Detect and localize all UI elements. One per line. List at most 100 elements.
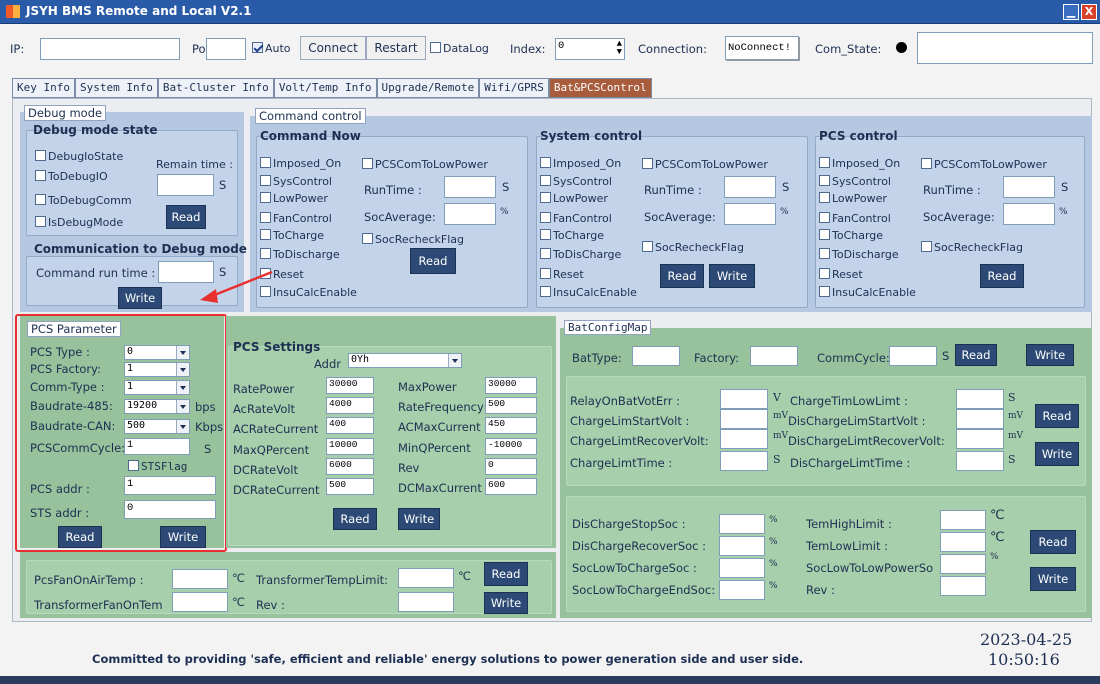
fan-write-button[interactable]: Write — [484, 592, 528, 614]
command-checkbox-insucalcenable[interactable]: InsuCalcEnable — [540, 286, 637, 299]
command-checkbox-reset[interactable]: Reset — [819, 268, 863, 281]
tab-bat-pcs-control[interactable]: Bat&PCSControl — [548, 78, 652, 98]
pcs-comm-cycle-input[interactable]: 1 — [124, 438, 190, 455]
soc-limit-input[interactable] — [940, 554, 986, 574]
soc-read-button[interactable]: Read — [1030, 530, 1076, 554]
fan-rev-input[interactable] — [398, 592, 454, 612]
restart-button[interactable]: Restart — [366, 36, 426, 60]
soc-limit-input[interactable] — [719, 514, 765, 534]
pcs-param-select[interactable]: 0 — [124, 345, 190, 360]
volt-limit-input[interactable] — [956, 429, 1004, 449]
tab-volt-temp-info[interactable]: Volt/Temp Info — [273, 78, 377, 98]
command-checkbox-fancontrol[interactable]: FanControl — [819, 212, 891, 225]
command-checkbox-syscontrol[interactable]: SysControl — [819, 175, 891, 188]
pcs-setting-input[interactable]: 500 — [326, 478, 374, 495]
pcs-com-to-low-power-checkbox[interactable]: PCSComToLowPower — [362, 158, 488, 171]
command-checkbox-syscontrol[interactable]: SysControl — [540, 175, 612, 188]
command-checkbox-tocharge[interactable]: ToCharge — [819, 229, 883, 242]
command-checkbox-syscontrol[interactable]: SysControl — [260, 175, 332, 188]
minimize-button[interactable]: ▁ — [1063, 4, 1079, 20]
volt-limit-input[interactable] — [956, 409, 1004, 429]
soc-limit-input[interactable] — [940, 576, 986, 596]
close-button[interactable]: X — [1081, 4, 1097, 20]
volt-limit-input[interactable] — [720, 389, 768, 409]
pcs-setting-input[interactable]: 400 — [326, 417, 374, 434]
volt-read-button[interactable]: Read — [1035, 404, 1079, 428]
system-control-read-button[interactable]: Read — [660, 264, 704, 288]
volt-write-button[interactable]: Write — [1035, 442, 1079, 466]
soc-limit-input[interactable] — [719, 580, 765, 600]
command-checkbox-lowpower[interactable]: LowPower — [540, 192, 608, 205]
runtime-input[interactable] — [444, 176, 496, 198]
tab-system-info[interactable]: System Info — [74, 78, 158, 98]
bat-type-input[interactable] — [632, 346, 680, 366]
bat-config-write-button[interactable]: Write — [1026, 344, 1074, 366]
command-checkbox-imposed-on[interactable]: Imposed_On — [819, 157, 900, 170]
factory-input[interactable] — [750, 346, 798, 366]
soc-write-button[interactable]: Write — [1030, 567, 1076, 591]
soc-limit-input[interactable] — [940, 532, 986, 552]
pcs-setting-input[interactable]: 4000 — [326, 397, 374, 414]
pcs-param-select[interactable]: 1 — [124, 380, 190, 395]
debug-io-state-checkbox[interactable]: DebugIoState — [35, 150, 123, 163]
pcs-param-select[interactable]: 1 — [124, 362, 190, 377]
pcs-setting-input[interactable]: 0 — [485, 458, 537, 475]
command-checkbox-imposed-on[interactable]: Imposed_On — [540, 157, 621, 170]
pcs-setting-input[interactable]: 10000 — [326, 438, 374, 455]
pcs-setting-input[interactable]: 450 — [485, 417, 537, 434]
pcs-param-read-button[interactable]: Read — [58, 526, 102, 548]
volt-limit-input[interactable] — [720, 429, 768, 449]
command-checkbox-fancontrol[interactable]: FanControl — [260, 212, 332, 225]
pcs-settings-write-button[interactable]: Write — [398, 508, 440, 530]
volt-limit-input[interactable] — [956, 451, 1004, 471]
soc-average-input[interactable] — [1003, 203, 1055, 225]
addr-select[interactable]: 0Yh — [348, 353, 462, 368]
soc-limit-input[interactable] — [940, 510, 986, 530]
port-input[interactable] — [206, 38, 246, 60]
tab-key-info[interactable]: Key Info — [12, 78, 75, 98]
soc-average-input[interactable] — [444, 203, 496, 225]
command-checkbox-lowpower[interactable]: LowPower — [819, 192, 887, 205]
command-checkbox-fancontrol[interactable]: FanControl — [540, 212, 612, 225]
ip-input[interactable] — [40, 38, 180, 60]
command-checkbox-tocharge[interactable]: ToCharge — [540, 229, 604, 242]
transformer-fan-on-temp-input[interactable] — [172, 592, 228, 612]
remain-time-input[interactable] — [157, 174, 214, 196]
pcs-setting-input[interactable]: -10000 — [485, 438, 537, 455]
soc-limit-input[interactable] — [719, 536, 765, 556]
volt-limit-input[interactable] — [720, 409, 768, 429]
is-debug-mode-checkbox[interactable]: IsDebugMode — [35, 216, 123, 229]
volt-limit-input[interactable] — [956, 389, 1004, 409]
pcs-com-to-low-power-checkbox[interactable]: PCSComToLowPower — [921, 158, 1047, 171]
tab-bat-cluster-info[interactable]: Bat-Cluster Info — [157, 78, 274, 98]
system-control-write-button[interactable]: Write — [709, 264, 755, 288]
pcs-setting-input[interactable]: 600 — [485, 478, 537, 495]
volt-limit-input[interactable] — [720, 451, 768, 471]
index-spinner[interactable]: 0 ▲ ▼ — [555, 38, 625, 60]
soc-recheck-flag-checkbox[interactable]: SocRecheckFlag — [642, 241, 744, 254]
command-checkbox-insucalcenable[interactable]: InsuCalcEnable — [819, 286, 916, 299]
pcs-setting-input[interactable]: 30000 — [485, 377, 537, 394]
pcs-addr-input[interactable]: 1 — [124, 476, 216, 495]
pcs-param-select[interactable]: 500 — [124, 419, 190, 434]
to-debug-comm-checkbox[interactable]: ToDebugComm — [35, 194, 132, 207]
runtime-input[interactable] — [724, 176, 776, 198]
tab-upgrade-remote[interactable]: Upgrade/Remote — [376, 78, 480, 98]
command-checkbox-imposed-on[interactable]: Imposed_On — [260, 157, 341, 170]
sts-addr-input[interactable]: 0 — [124, 500, 216, 519]
command-checkbox-lowpower[interactable]: LowPower — [260, 192, 328, 205]
command-checkbox-todischarge[interactable]: ToDisCharge — [540, 248, 621, 261]
transformer-temp-limit-input[interactable] — [398, 568, 454, 588]
command-checkbox-todischarge[interactable]: ToDischarge — [260, 248, 340, 261]
pcs-setting-input[interactable]: 6000 — [326, 458, 374, 475]
pcs-param-write-button[interactable]: Write — [160, 526, 206, 548]
pcs-setting-input[interactable]: 30000 — [326, 377, 374, 394]
command-now-read-button[interactable]: Read — [410, 248, 456, 274]
fan-read-button[interactable]: Read — [484, 562, 528, 586]
command-checkbox-reset[interactable]: Reset — [540, 268, 584, 281]
datalog-checkbox[interactable]: DataLog — [430, 42, 489, 55]
command-checkbox-tocharge[interactable]: ToCharge — [260, 229, 324, 242]
debug-write-button[interactable]: Write — [118, 287, 162, 309]
pcs-control-read-button[interactable]: Read — [980, 264, 1024, 288]
pcs-param-select[interactable]: 19200 — [124, 399, 190, 414]
